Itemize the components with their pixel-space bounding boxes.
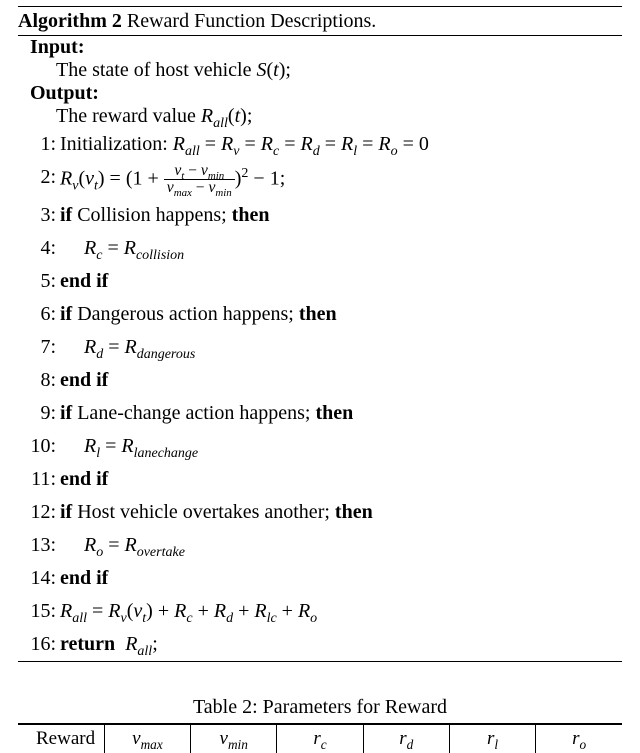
cond-lanechange: Lane-change action happens; (77, 402, 315, 424)
th-vmax: vmax (104, 724, 190, 753)
kw-if: if (60, 204, 72, 226)
output-heading: Output: (18, 82, 622, 105)
kw-then: then (315, 402, 353, 424)
alg-line: Rd = Rdangerous (32, 331, 622, 364)
kw-if: if (60, 303, 72, 325)
th-reward: Reward (18, 724, 104, 753)
alg-line: Initialization: Rall = Rv = Rc = Rd = Rl… (32, 128, 622, 161)
rule-bottom (18, 661, 622, 662)
alg-line: Rv(vt) = (1 + vt − vmin vmax − vmin )2 −… (32, 161, 622, 199)
alg-line: Ro = Rovertake (32, 529, 622, 562)
alg-line: if Collision happens; then (32, 199, 622, 232)
th-rc: rc (277, 724, 363, 753)
alg-line: end if (32, 562, 622, 595)
kw-endif: end if (60, 270, 108, 292)
input-pre: The state of host vehicle (56, 59, 257, 81)
kw-endif: end if (60, 468, 108, 490)
kw-endif: end if (60, 369, 108, 391)
alg-line: end if (32, 364, 622, 397)
alg-line: if Lane-change action happens; then (32, 397, 622, 430)
sym-t: t (273, 59, 279, 81)
kw-if: if (60, 501, 72, 523)
table-wrap: Reward vmax vmin rc rd rl ro (18, 723, 622, 753)
init-pre: Initialization: (60, 133, 173, 155)
alg-line: Rl = Rlanechange (32, 430, 622, 463)
alg-line: Rc = Rcollision (32, 232, 622, 265)
output-text: The reward value Rall(t); (18, 105, 622, 128)
output-post: ; (247, 105, 253, 127)
cond-collision: Collision happens; (77, 204, 231, 226)
alg-line: if Dangerous action happens; then (32, 298, 622, 331)
alg-line: end if (32, 265, 622, 298)
alg-line: Rall = Rv(vt) + Rc + Rd + Rlc + Ro (32, 595, 622, 628)
sym-t2: t (235, 105, 241, 127)
kw-then: then (232, 204, 270, 226)
alg-line: if Host vehicle overtakes another; then (32, 496, 622, 529)
params-table: Reward vmax vmin rc rd rl ro (18, 723, 622, 753)
sym-R: R (201, 105, 213, 127)
kw-then: then (335, 501, 373, 523)
algorithm-lines: Initialization: Rall = Rv = Rc = Rd = Rl… (18, 128, 622, 661)
algorithm-title: Algorithm 2 Reward Function Descriptions… (18, 7, 622, 35)
th-rl: rl (449, 724, 535, 753)
sym-S: S (257, 59, 267, 81)
table-caption: Table 2: Parameters for Reward (18, 696, 622, 719)
alg-line: end if (32, 463, 622, 496)
input-heading: Input: (18, 36, 622, 59)
algorithm-block: Algorithm 2 Reward Function Descriptions… (18, 6, 622, 662)
input-post: ; (285, 59, 291, 81)
algorithm-name: Reward Function Descriptions. (127, 10, 376, 32)
th-ro: ro (536, 724, 622, 753)
kw-return: return (60, 633, 115, 655)
fraction: vt − vmin vmax − vmin (164, 163, 235, 197)
kw-if: if (60, 402, 72, 424)
kw-endif: end if (60, 567, 108, 589)
output-pre: The reward value (56, 105, 201, 127)
alg-line: return Rall; (32, 628, 622, 661)
th-rd: rd (363, 724, 449, 753)
cond-dangerous: Dangerous action happens; (77, 303, 299, 325)
kw-then: then (299, 303, 337, 325)
cond-overtake: Host vehicle overtakes another; (77, 501, 335, 523)
input-text: The state of host vehicle S(t); (18, 59, 622, 82)
algorithm-label: Algorithm 2 (18, 10, 122, 32)
th-vmin: vmin (191, 724, 277, 753)
